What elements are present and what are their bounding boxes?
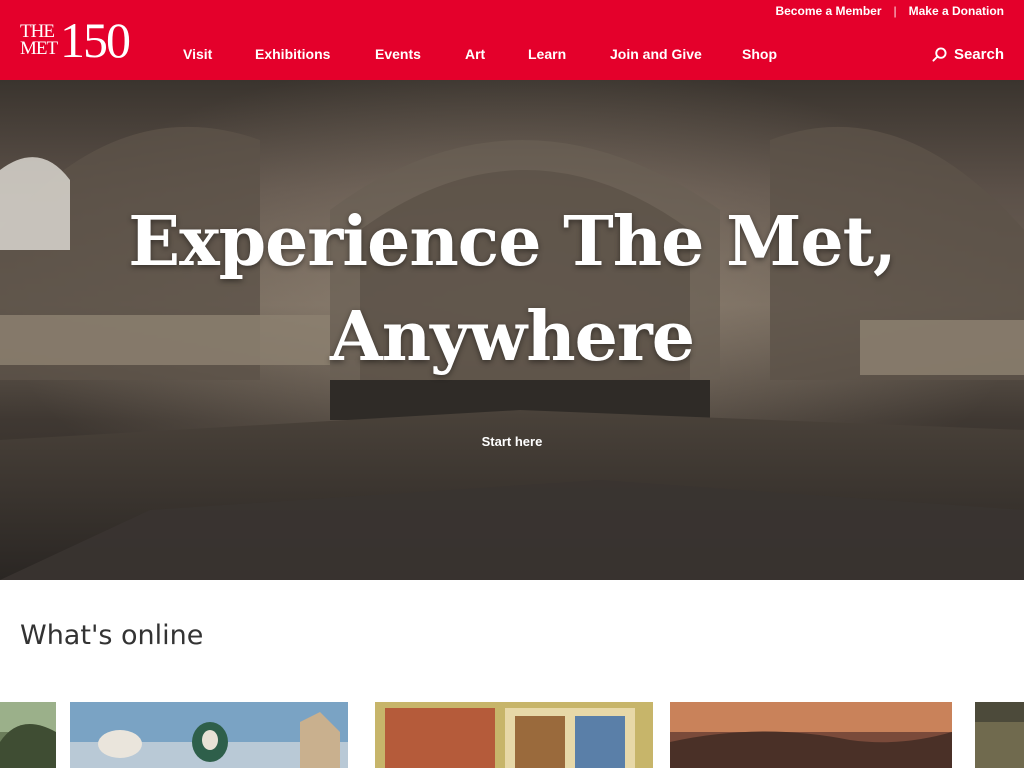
hero-heading-line2: Anywhere xyxy=(329,297,695,377)
hero-heading: Experience The Met, Anywhere xyxy=(0,195,1024,385)
nav-shop[interactable]: Shop xyxy=(742,46,777,62)
search-icon xyxy=(932,47,947,62)
start-here-button[interactable]: Start here xyxy=(437,419,587,463)
card-image-sunset xyxy=(670,702,952,768)
online-card-sunset[interactable] xyxy=(670,702,952,768)
card-image-partial xyxy=(975,702,1024,768)
nav-learn[interactable]: Learn xyxy=(528,46,566,62)
card-image-teapot xyxy=(70,702,348,768)
become-member-link[interactable]: Become a Member xyxy=(775,4,881,18)
card-image-landscape xyxy=(0,702,56,768)
site-header: THE MET 150 Become a Member | Make a Don… xyxy=(0,0,1024,80)
hero-banner: Experience The Met, Anywhere Start here xyxy=(0,80,1024,580)
nav-events[interactable]: Events xyxy=(375,46,421,62)
make-donation-link[interactable]: Make a Donation xyxy=(909,4,1004,18)
utility-divider: | xyxy=(893,4,897,18)
nav-art[interactable]: Art xyxy=(465,46,485,62)
online-card-teapot[interactable] xyxy=(70,702,348,768)
card-image-painting xyxy=(375,702,653,768)
utility-links: Become a Member | Make a Donation xyxy=(775,4,1004,18)
whats-online-heading: What's online xyxy=(20,620,204,651)
search-label: Search xyxy=(953,46,1004,63)
main-nav: Visit Exhibitions Events Art Learn Join … xyxy=(0,40,1024,70)
online-card-partial-left[interactable] xyxy=(0,702,56,768)
nav-exhibitions[interactable]: Exhibitions xyxy=(255,46,330,62)
search-button[interactable]: Search xyxy=(932,46,1004,63)
nav-visit[interactable]: Visit xyxy=(183,46,212,62)
online-card-partial-right[interactable] xyxy=(975,702,1024,768)
hero-heading-line1: Experience The Met, xyxy=(128,202,896,282)
online-card-painting[interactable] xyxy=(375,702,653,768)
nav-join-and-give[interactable]: Join and Give xyxy=(610,46,702,62)
